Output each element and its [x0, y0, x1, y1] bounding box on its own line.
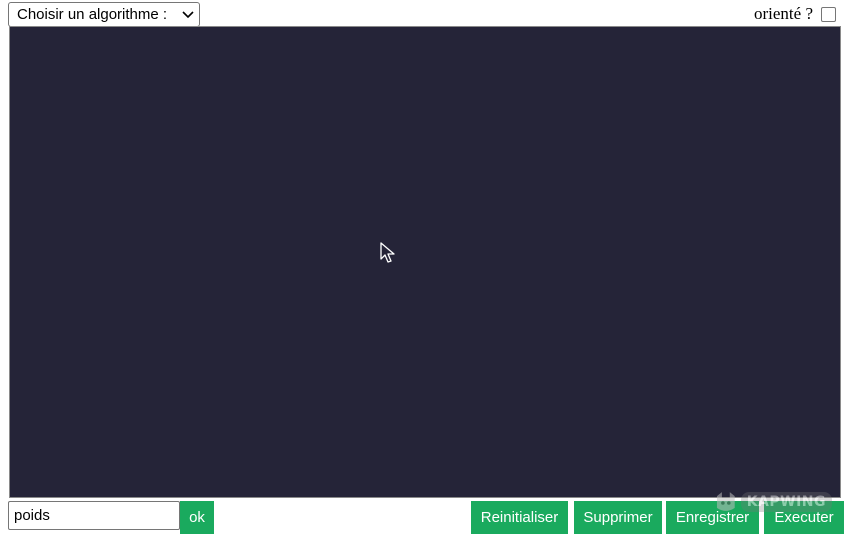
save-button[interactable]: Enregistrer	[666, 501, 759, 534]
ok-button-label: ok	[189, 509, 205, 526]
delete-button[interactable]: Supprimer	[574, 501, 662, 534]
chevron-down-icon	[182, 11, 194, 19]
algorithm-select[interactable]: Choisir un algorithme :	[8, 2, 200, 27]
reset-button[interactable]: Reinitialiser	[471, 501, 568, 534]
mouse-cursor-icon	[380, 242, 395, 263]
run-button-label: Executer	[774, 509, 834, 526]
oriented-label: orienté ?	[754, 4, 813, 23]
algorithm-select-value: Choisir un algorithme :	[17, 6, 168, 23]
delete-button-label: Supprimer	[583, 509, 653, 526]
run-button[interactable]: Executer	[764, 501, 844, 534]
graph-editor-page: Choisir un algorithme : orienté ? ok Rei…	[0, 0, 848, 534]
ok-button[interactable]: ok	[180, 501, 214, 534]
graph-canvas[interactable]	[9, 26, 841, 498]
reset-button-label: Reinitialiser	[480, 509, 559, 526]
save-button-label: Enregistrer	[675, 509, 750, 526]
oriented-checkbox[interactable]	[821, 6, 836, 22]
oriented-option: orienté ?	[754, 4, 836, 24]
weight-input[interactable]	[8, 501, 180, 530]
